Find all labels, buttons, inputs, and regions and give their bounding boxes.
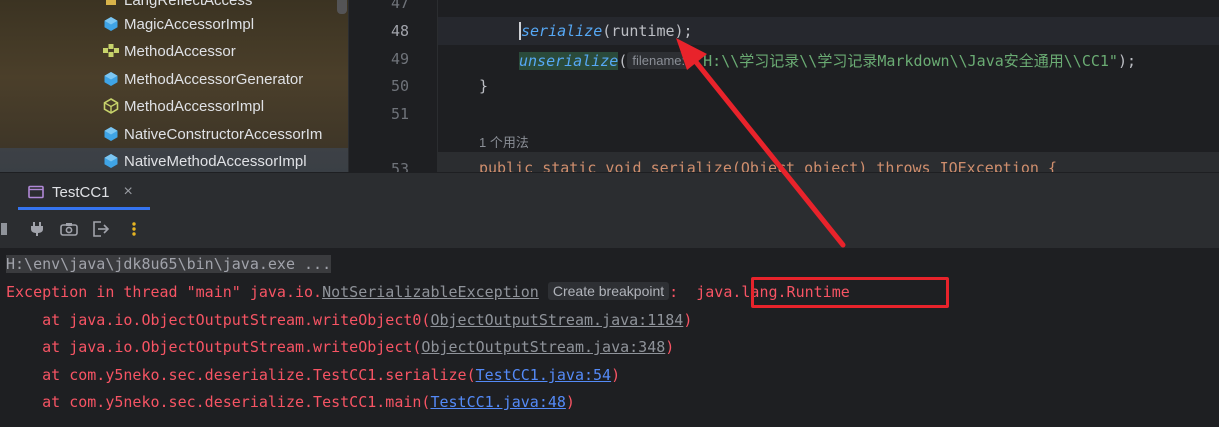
stack-frame: at java.io.ObjectOutputStream.writeObjec… xyxy=(6,338,674,356)
class-partial-icon xyxy=(102,0,120,9)
tree-item[interactable]: NativeConstructorAccessorIm xyxy=(102,121,322,147)
stack-frame-close: ) xyxy=(565,393,575,411)
run-tab-label: TestCC1 xyxy=(52,183,110,201)
class-icon xyxy=(102,15,120,33)
command-line[interactable]: H:\env\java\jdk8u65\bin\java.exe ... xyxy=(6,255,332,273)
annotation-highlight-box xyxy=(751,277,949,308)
run-toolbar xyxy=(0,210,1219,248)
source-link[interactable]: ObjectOutputStream.java:348 xyxy=(421,338,665,356)
serialize-args: (runtime); xyxy=(602,22,693,40)
stack-frame-text: at com.y5neko.sec.deserialize.TestCC1.ma… xyxy=(6,393,431,411)
plug-icon[interactable] xyxy=(24,210,50,248)
source-link[interactable]: TestCC1.java:48 xyxy=(430,393,565,411)
tree-scrollbar[interactable] xyxy=(337,0,347,14)
interface-icon xyxy=(102,42,120,60)
close-paren: ); xyxy=(1117,52,1137,70)
tree-item-label: MethodAccessorGenerator xyxy=(124,70,304,88)
tree-item-label: MethodAccessor xyxy=(124,42,236,60)
line-number: 47 xyxy=(390,0,409,12)
run-tool-header: TestCC1 × xyxy=(0,172,1219,210)
console-output[interactable]: H:\env\java\jdk8u65\bin\java.exe ... Exc… xyxy=(0,248,1219,427)
stack-frame-close: ) xyxy=(665,338,675,356)
code-line-49[interactable]: unserialize(filename: "H:\\学习记录\\学习记录Mark… xyxy=(519,50,1136,71)
close-tab-icon[interactable]: × xyxy=(124,183,133,201)
stack-frame: at java.io.ObjectOutputStream.writeObjec… xyxy=(6,311,692,329)
tree-item-label: MagicAccessorImpl xyxy=(124,15,255,33)
line-number: 49 xyxy=(390,50,409,68)
camera-icon[interactable] xyxy=(56,210,82,248)
line-number: 48 xyxy=(390,22,409,40)
unserialize-call[interactable]: unserialize xyxy=(519,52,619,70)
tree-item-label: NativeConstructorAccessorIm xyxy=(124,125,323,143)
tree-item-label: LangReflectAccess xyxy=(124,0,253,9)
code-line-50[interactable]: } xyxy=(479,77,488,95)
line-number: 53 xyxy=(390,160,409,172)
stack-frame-text: at java.io.ObjectOutputStream.writeObjec… xyxy=(6,311,431,329)
gutter-separator xyxy=(437,0,438,172)
source-link[interactable]: ObjectOutputStream.java:1184 xyxy=(430,311,683,329)
parameter-hint: filename: xyxy=(627,52,691,69)
exception-line: Exception in thread "main" java.io.NotSe… xyxy=(6,282,850,301)
line-number: 50 xyxy=(390,77,409,95)
exception-prefix: Exception in thread "main" java.io. xyxy=(6,283,323,301)
stack-frame-close: ) xyxy=(683,311,693,329)
tree-item[interactable]: MethodAccessorGenerator xyxy=(102,66,303,92)
code-line-53[interactable]: public static void serialize(Object obje… xyxy=(479,159,1057,172)
stop-icon[interactable] xyxy=(0,210,16,248)
create-breakpoint-button[interactable]: Create breakpoint xyxy=(547,282,670,300)
class-icon xyxy=(102,125,120,143)
string-literal: "H:\\学习记录\\学习记录Markdown\\Java安全通用\\CC1" xyxy=(694,52,1118,70)
run-tab-testcc1[interactable]: TestCC1 × xyxy=(18,173,133,211)
tree-item[interactable]: MethodAccessor xyxy=(102,38,236,64)
stack-frame: at com.y5neko.sec.deserialize.TestCC1.se… xyxy=(6,366,620,384)
exception-colon: : xyxy=(669,283,679,301)
code-editor[interactable]: 47 48 49 50 51 53 serialize(runtime); un… xyxy=(349,0,1219,172)
class-icon xyxy=(102,70,120,88)
console-icon xyxy=(28,185,44,199)
class-icon xyxy=(102,152,120,170)
source-link[interactable]: TestCC1.java:54 xyxy=(476,366,611,384)
tree-item-selected[interactable]: NativeMethodAccessorImpl xyxy=(0,148,348,172)
stack-frame-text: at java.io.ObjectOutputStream.writeObjec… xyxy=(6,338,422,356)
gutter: 47 48 49 50 51 53 xyxy=(349,0,437,172)
project-tree: LangReflectAccess MagicAccessorImpl Meth… xyxy=(0,0,348,172)
stack-frame: at com.y5neko.sec.deserialize.TestCC1.ma… xyxy=(6,393,575,411)
exit-icon[interactable] xyxy=(88,210,114,248)
stack-frame-close: ) xyxy=(611,366,621,384)
stack-frame-text: at com.y5neko.sec.deserialize.TestCC1.se… xyxy=(6,366,476,384)
usages-hint[interactable]: 1 个用法 xyxy=(479,132,529,151)
console-line: H:\env\java\jdk8u65\bin\java.exe ... xyxy=(6,255,332,273)
serialize-call[interactable]: serialize xyxy=(519,22,603,40)
code-line-48[interactable]: serialize(runtime); xyxy=(519,22,693,40)
open-paren: ( xyxy=(618,52,628,70)
tree-item-label: MethodAccessorImpl xyxy=(124,97,265,115)
tree-item-label: NativeMethodAccessorImpl xyxy=(124,152,307,170)
more-options-icon[interactable] xyxy=(121,210,147,248)
exception-class-link[interactable]: NotSerializableException xyxy=(322,283,539,301)
tree-item[interactable]: MethodAccessorImpl xyxy=(102,93,264,119)
tree-item[interactable]: MagicAccessorImpl xyxy=(102,11,254,37)
line-number: 51 xyxy=(390,105,409,123)
abstract-class-icon xyxy=(102,97,120,115)
